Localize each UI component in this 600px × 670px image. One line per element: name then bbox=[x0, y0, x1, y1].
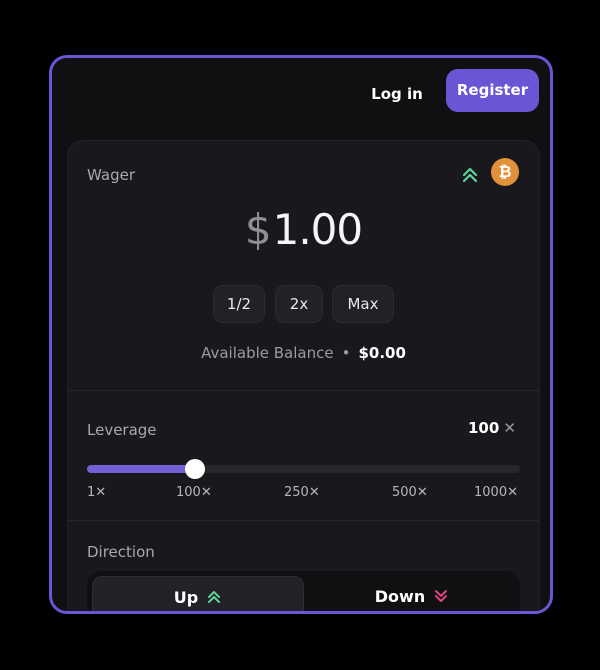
bitcoin-icon[interactable]: ₿ bbox=[491, 158, 519, 186]
balance-separator: • bbox=[341, 344, 351, 362]
amount-value: 1.00 bbox=[272, 205, 364, 254]
currency-symbol: $ bbox=[244, 205, 272, 254]
half-button[interactable]: 1/2 bbox=[213, 285, 265, 323]
tick-100x[interactable]: 100✕ bbox=[176, 485, 212, 500]
register-button[interactable]: Register bbox=[446, 69, 539, 112]
direction-up-button[interactable]: Up bbox=[92, 576, 304, 611]
max-button[interactable]: Max bbox=[332, 285, 394, 323]
leverage-slider-fill bbox=[87, 465, 196, 473]
direction-toggle: Up Down bbox=[87, 571, 520, 611]
tick-1000x[interactable]: 1000✕ bbox=[474, 485, 518, 500]
divider bbox=[68, 390, 539, 391]
leverage-number: 100 bbox=[468, 419, 500, 437]
trade-panel: Wager ₿ $1.00 1/2 2x Max Available Balan… bbox=[67, 140, 540, 611]
wager-amount[interactable]: $1.00 bbox=[68, 205, 539, 254]
tick-1x[interactable]: 1✕ bbox=[87, 485, 106, 500]
chevron-double-down-icon bbox=[435, 590, 448, 602]
multiplier-icon: ✕ bbox=[503, 419, 516, 437]
wager-label: Wager bbox=[87, 166, 135, 184]
leverage-label: Leverage bbox=[87, 421, 157, 439]
direction-label: Direction bbox=[87, 543, 155, 561]
leverage-slider-track[interactable] bbox=[87, 465, 520, 473]
direction-down-button[interactable]: Down bbox=[309, 576, 515, 611]
login-button[interactable]: Log in bbox=[363, 75, 431, 113]
divider bbox=[68, 520, 539, 521]
direction-down-label: Down bbox=[374, 587, 426, 606]
app-window: Log in Register Wager ₿ $1.00 1/2 2x Max… bbox=[49, 55, 553, 614]
tick-500x[interactable]: 500✕ bbox=[392, 485, 428, 500]
chevron-double-up-icon[interactable] bbox=[461, 166, 479, 184]
leverage-value: 100 ✕ bbox=[468, 419, 516, 437]
balance-value: $0.00 bbox=[358, 344, 406, 362]
chevron-double-up-icon bbox=[208, 591, 221, 603]
double-button[interactable]: 2x bbox=[275, 285, 323, 323]
balance-label: Available Balance bbox=[201, 344, 334, 362]
direction-up-label: Up bbox=[173, 588, 199, 607]
top-bar: Log in Register bbox=[52, 58, 550, 128]
available-balance: Available Balance • $0.00 bbox=[68, 344, 539, 362]
tick-250x[interactable]: 250✕ bbox=[284, 485, 320, 500]
leverage-slider-thumb[interactable] bbox=[185, 459, 206, 479]
